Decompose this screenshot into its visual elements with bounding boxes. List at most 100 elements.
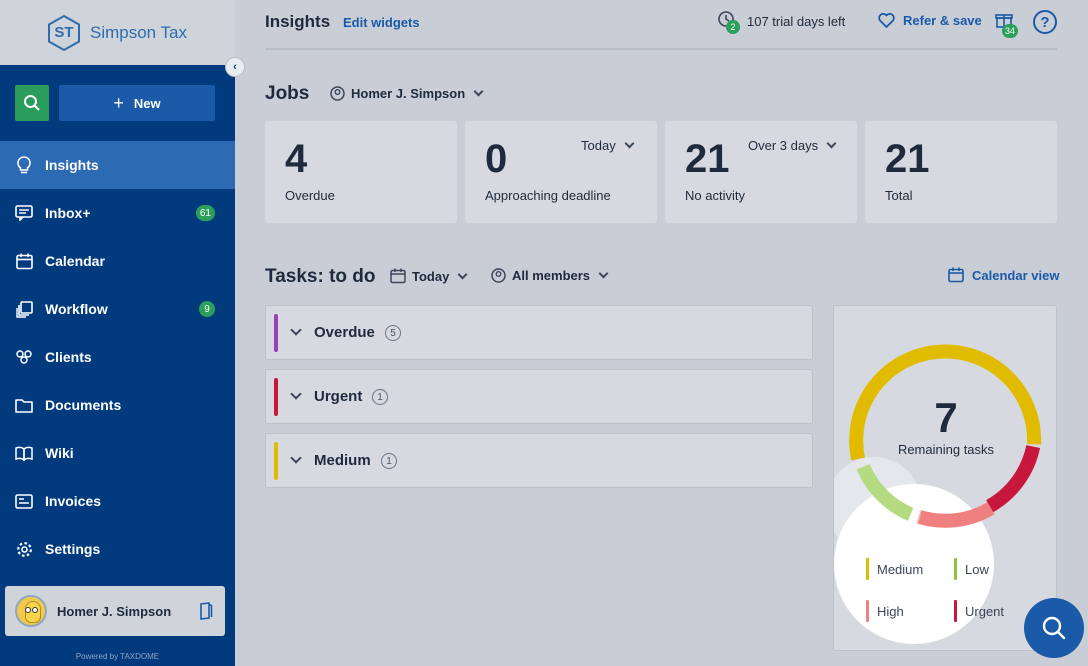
task-group-count: 1 (372, 389, 388, 405)
legend-item-high[interactable]: High (866, 600, 904, 622)
plus-icon: + (113, 93, 124, 113)
jobs-card-approaching[interactable]: 0 Approaching deadline Today (465, 121, 657, 223)
chevron-down-icon (826, 138, 837, 149)
calendar-view-link[interactable]: Calendar view (948, 267, 1059, 283)
sidebar-item-label: Invoices (45, 493, 102, 509)
new-button[interactable]: + New (59, 85, 215, 121)
help-button[interactable]: ? (1033, 10, 1057, 34)
jobs-card-total[interactable]: 21 Total (865, 121, 1057, 223)
legend-item-urgent[interactable]: Urgent (954, 600, 1004, 622)
inbox-count-badge: 61 (195, 205, 215, 221)
legend-swatch (866, 558, 869, 580)
edit-widgets-link[interactable]: Edit widgets (343, 15, 420, 30)
tasks-date-label: Today (412, 268, 450, 284)
user-name: Homer J. Simpson (57, 603, 172, 619)
sidebar-item-documents[interactable]: Documents (0, 381, 235, 429)
chevron-down-icon (290, 452, 302, 464)
sidebar-item-label: Clients (45, 349, 92, 365)
donut-segment-high[interactable] (916, 502, 995, 528)
sidebar-item-calendar[interactable]: Calendar (0, 237, 235, 285)
calendar-icon (948, 267, 964, 283)
clock-icon: 2 (717, 10, 740, 34)
jobs-member-dropdown[interactable]: Homer J. Simpson (330, 86, 484, 101)
priority-stripe (274, 314, 278, 352)
task-group-overdue[interactable]: Overdue 5 (265, 305, 813, 360)
no-activity-filter-dropdown[interactable]: Over 3 days (748, 138, 837, 153)
approaching-filter-dropdown[interactable]: Today (581, 138, 635, 153)
chevron-down-icon (624, 138, 635, 149)
tasks-member-label: All members (512, 268, 591, 283)
new-button-label: New (133, 95, 161, 111)
sidebar-item-label: Insights (45, 157, 99, 173)
legend-label: Low (965, 561, 989, 577)
legend-item-medium[interactable]: Medium (866, 558, 923, 580)
search-button[interactable] (15, 85, 49, 121)
jobs-card-overdue[interactable]: 4 Overdue (265, 121, 457, 223)
user-circle-icon (491, 268, 506, 283)
gear-icon (15, 540, 33, 558)
tasks-date-dropdown[interactable]: Today (390, 268, 468, 284)
sidebar-item-wiki[interactable]: Wiki (0, 429, 235, 477)
remaining-tasks-widget: 7 Remaining tasks Medium Low High Urgent (833, 305, 1057, 651)
chevron-down-icon (598, 268, 609, 279)
user-circle-icon (330, 86, 345, 101)
refer-and-save-link[interactable]: Refer & save (878, 13, 982, 28)
page-title: Insights (265, 12, 331, 31)
clock-badge: 2 (726, 20, 740, 34)
sidebar-item-workflow[interactable]: Workflow 9 (0, 285, 235, 333)
gift-button[interactable]: 34 (995, 11, 1019, 38)
book-icon (15, 444, 33, 462)
sidebar-item-inbox[interactable]: Inbox+ 61 (0, 189, 235, 237)
calendar-icon (390, 268, 406, 284)
legend-label: High (877, 603, 904, 619)
sidebar-item-settings[interactable]: Settings (0, 525, 235, 573)
stat-value: 21 (885, 137, 930, 181)
avatar (15, 595, 47, 627)
stat-label: Total (885, 188, 913, 203)
stat-value: 4 (285, 137, 308, 181)
legend-label: Urgent (965, 603, 1005, 619)
sidebar-item-label: Calendar (45, 253, 105, 269)
sidebar: ST Simpson Tax + New Insights Inbox+ 61 … (0, 0, 235, 666)
collapse-sidebar-button[interactable]: ‹ (225, 57, 245, 77)
filter-label: Today (581, 138, 616, 153)
task-group-label: Overdue (314, 324, 375, 341)
folder-icon (15, 396, 33, 414)
calendar-view-label: Calendar view (972, 267, 1060, 283)
sidebar-item-label: Documents (45, 397, 122, 413)
sidebar-item-label: Settings (45, 541, 101, 557)
user-card[interactable]: Homer J. Simpson (5, 586, 225, 636)
tasks-member-dropdown[interactable]: All members (491, 268, 609, 283)
trial-days-text: 107 trial days left (747, 14, 846, 29)
search-icon (1042, 616, 1066, 640)
brand-initials: ST (54, 24, 74, 41)
task-group-count: 1 (381, 453, 397, 469)
refer-label: Refer & save (903, 13, 982, 28)
task-group-medium[interactable]: Medium 1 (265, 433, 813, 488)
portal-icon[interactable] (199, 602, 213, 625)
sidebar-item-invoices[interactable]: Invoices (0, 477, 235, 525)
chevron-down-icon (290, 388, 302, 400)
jobs-card-no-activity[interactable]: 21 No activity Over 3 days (665, 121, 857, 223)
remaining-label: Remaining tasks (897, 442, 995, 457)
sidebar-item-label: Wiki (45, 445, 74, 461)
filter-label: Over 3 days (748, 138, 819, 153)
sidebar-item-clients[interactable]: Clients (0, 333, 235, 381)
trial-indicator[interactable]: 2 107 trial days left (717, 10, 846, 34)
search-icon (24, 95, 40, 111)
sidebar-nav: Insights Inbox+ 61 Calendar Workflow 9 C… (0, 141, 235, 573)
help-search-fab[interactable] (1024, 598, 1084, 658)
priority-stripe (274, 442, 278, 480)
chevron-down-icon (290, 324, 302, 336)
task-group-urgent[interactable]: Urgent 1 (265, 369, 813, 424)
legend-item-low[interactable]: Low (954, 558, 989, 580)
sidebar-item-insights[interactable]: Insights (0, 141, 235, 189)
brand[interactable]: ST Simpson Tax (0, 0, 235, 65)
calendar-icon (15, 252, 33, 270)
gift-icon: 34 (995, 11, 1019, 38)
chevron-down-icon (457, 269, 468, 279)
heart-icon (878, 13, 895, 28)
inbox-icon (15, 204, 33, 222)
gift-badge: 34 (1002, 24, 1019, 38)
chevron-left-icon: ‹ (233, 61, 237, 73)
